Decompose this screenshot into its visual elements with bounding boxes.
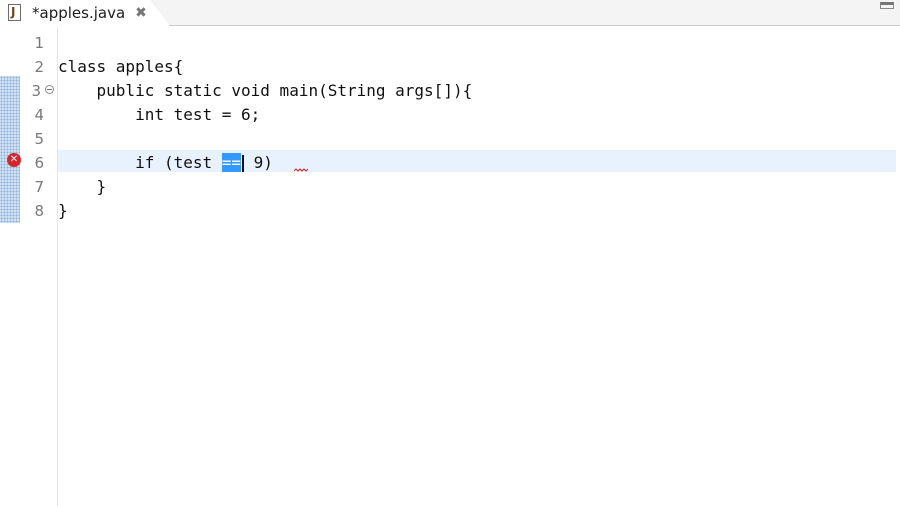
code-line[interactable]: public static void main(String args[]){ (58, 79, 473, 103)
line-number: 8 (34, 202, 44, 220)
error-icon[interactable]: ✕ (7, 153, 21, 167)
line-number: 5 (34, 130, 44, 148)
code-text: if (test (58, 153, 222, 172)
line-number: 7 (34, 178, 44, 196)
code-line[interactable]: } (58, 199, 68, 223)
line-number: 1 (34, 34, 44, 52)
line-number: 3 (31, 82, 41, 100)
code-line[interactable]: } (58, 175, 107, 199)
code-area[interactable]: ✕ 1 2 3 4 5 6 7 8 class apples{ public s… (0, 27, 900, 506)
line-number: 6 (34, 154, 44, 172)
line-number: 4 (34, 106, 44, 124)
annotation-ruler[interactable] (0, 76, 20, 223)
line-number: 2 (34, 58, 44, 76)
tab-apples-java[interactable]: J *apples.java ✖ (0, 0, 170, 26)
editor-tab-bar: J *apples.java ✖ (0, 0, 900, 26)
code-line[interactable]: int test = 6; (58, 103, 260, 127)
maximize-icon[interactable] (880, 2, 894, 9)
code-line-error[interactable]: if (test == 9) (58, 151, 273, 175)
java-file-icon: J (6, 4, 24, 22)
close-icon[interactable]: ✖ (135, 5, 147, 21)
java-editor: J *apples.java ✖ ✕ 1 2 3 4 5 6 7 8 class… (0, 0, 900, 506)
error-squiggle (294, 168, 308, 172)
selected-text[interactable]: == (221, 153, 242, 172)
code-text: 9) (244, 153, 273, 172)
tab-title: *apples.java (32, 4, 126, 22)
code-line[interactable]: class apples{ (58, 55, 183, 79)
java-file-icon-letter: J (11, 5, 16, 19)
fold-collapse-icon[interactable] (45, 85, 54, 94)
